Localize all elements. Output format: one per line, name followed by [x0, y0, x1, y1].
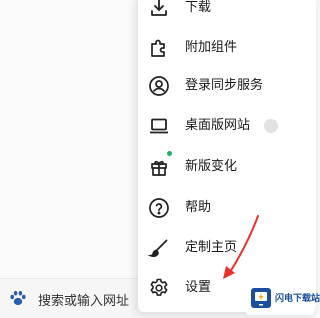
overflow-menu: 下载 附加组件 登录同步服务 桌面版网站 新版变化 帮助 定制主页 设置	[138, 0, 316, 312]
menu-item-whats-new[interactable]: 新版变化	[138, 149, 316, 185]
menu-item-download[interactable]: 下载	[138, 0, 316, 26]
menu-item-sync-login[interactable]: 登录同步服务	[138, 68, 316, 104]
watermark-text: 闪电下载站	[275, 294, 320, 304]
menu-item-addons[interactable]: 附加组件	[138, 30, 316, 66]
menu-item-help[interactable]: 帮助	[138, 190, 316, 226]
menu-item-label: 设置	[185, 280, 212, 295]
paw-icon	[8, 288, 28, 308]
menu-item-label: 新版变化	[185, 159, 238, 174]
brush-icon	[147, 236, 171, 260]
watermark-logo: 闪电下载站	[246, 281, 320, 315]
help-icon	[147, 196, 171, 220]
puzzle-icon	[147, 36, 171, 60]
watermark-lightning-icon	[250, 287, 272, 309]
new-badge-dot	[167, 151, 172, 156]
menu-item-label: 登录同步服务	[185, 78, 264, 93]
desktop-site-toggle[interactable]	[264, 119, 278, 133]
gift-icon	[147, 155, 171, 179]
menu-item-desktop-site[interactable]: 桌面版网站	[138, 108, 316, 144]
account-icon	[147, 74, 171, 98]
menu-item-label: 定制主页	[185, 240, 238, 255]
address-bar-text[interactable]: 搜索或输入网址	[38, 290, 129, 309]
laptop-icon	[147, 114, 171, 138]
gear-icon	[147, 276, 171, 300]
menu-item-label: 帮助	[185, 200, 212, 215]
menu-item-label: 附加组件	[185, 40, 238, 55]
menu-item-customize-homepage[interactable]: 定制主页	[138, 230, 316, 266]
menu-item-label: 下载	[185, 0, 212, 15]
download-icon	[147, 0, 171, 20]
menu-item-label: 桌面版网站	[185, 118, 251, 133]
